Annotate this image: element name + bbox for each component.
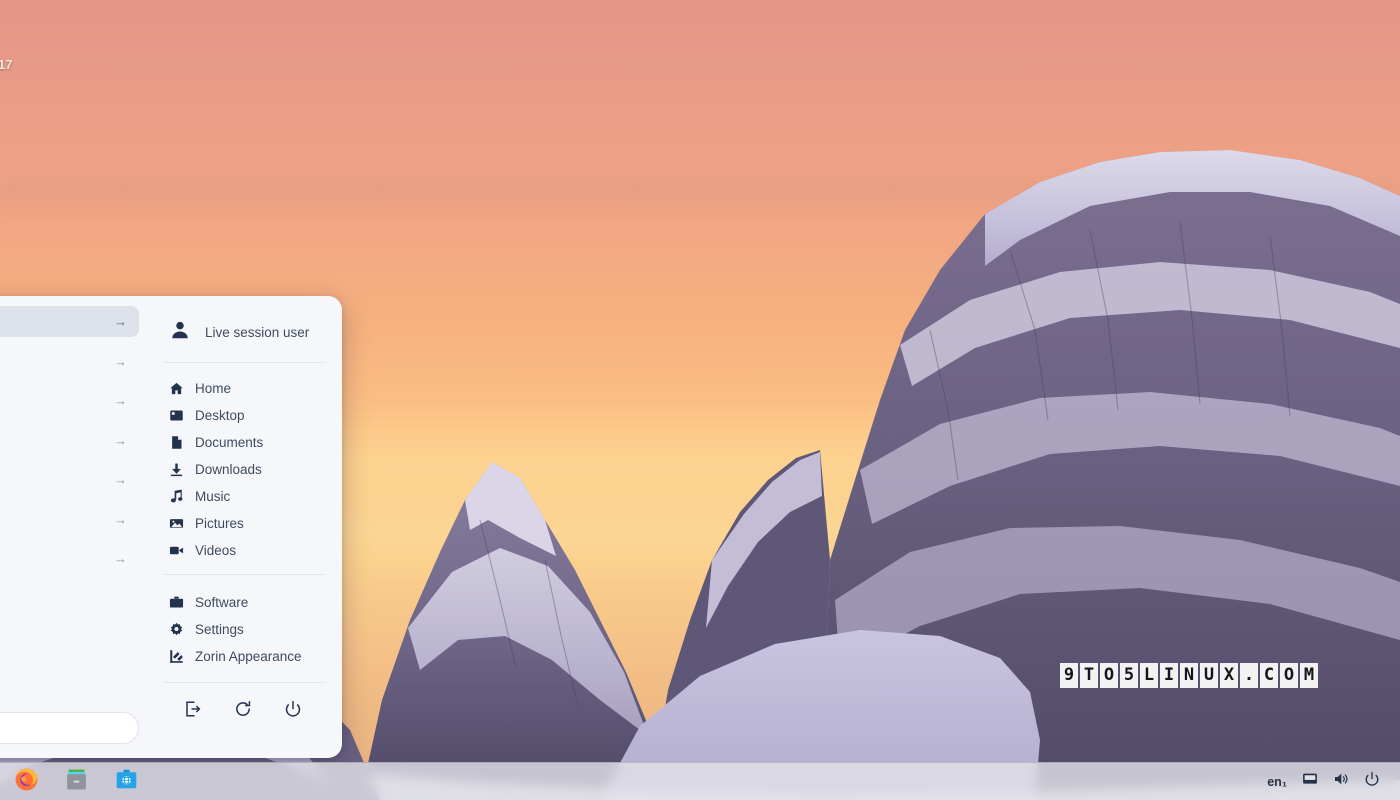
- shut-down-button[interactable]: [281, 699, 305, 723]
- person-icon: [169, 319, 191, 346]
- watermark-char: O: [1100, 663, 1118, 688]
- category-graphics[interactable]: ics →: [0, 346, 139, 377]
- user-name-label: Live session user: [205, 324, 310, 340]
- taskbar-panel[interactable]: en₁: [0, 762, 1400, 800]
- taskbar-launcher-files[interactable]: [56, 765, 96, 799]
- search-container: [0, 712, 139, 744]
- system-item-label: Software: [195, 595, 249, 610]
- desktop-clock-fragment: 17: [0, 57, 13, 72]
- session-actions: [163, 683, 326, 723]
- category-sound-and-video[interactable]: d & Video →: [0, 464, 139, 495]
- chevron-right-icon: →: [114, 511, 127, 527]
- user-account-row[interactable]: Live session user: [163, 310, 326, 354]
- place-label: Home: [195, 381, 232, 396]
- category-accessories[interactable]: ssories →: [0, 306, 139, 337]
- watermark-char: O: [1280, 663, 1298, 688]
- application-menu-panel[interactable]: ssories → ics → et → → d & Video → m Too…: [0, 296, 342, 758]
- firefox-icon: [14, 767, 39, 797]
- keyboard-layout-sub: ₁: [1281, 774, 1287, 789]
- watermark-char: C: [1260, 663, 1278, 688]
- desktop-icon: [169, 408, 184, 423]
- system-item-label: Zorin Appearance: [195, 649, 302, 664]
- system-item-zorin-appearance[interactable]: Zorin Appearance: [163, 643, 326, 670]
- watermark-char: U: [1200, 663, 1218, 688]
- system-item-software[interactable]: Software: [163, 589, 326, 616]
- place-label: Desktop: [195, 408, 245, 423]
- chevron-right-icon: →: [114, 353, 127, 369]
- watermark-char: 5: [1120, 663, 1138, 688]
- divider-2: [163, 574, 326, 575]
- watermark-char: L: [1140, 663, 1158, 688]
- taskbar-launchers: [6, 765, 146, 799]
- place-pictures[interactable]: Pictures: [163, 510, 326, 537]
- keyboard-layout-indicator[interactable]: en₁: [1267, 775, 1287, 789]
- tray-power-button[interactable]: [1363, 771, 1380, 792]
- category-office[interactable]: →: [0, 425, 139, 456]
- place-music[interactable]: Music: [163, 483, 326, 510]
- chevron-right-icon: →: [114, 551, 127, 566]
- place-desktop[interactable]: Desktop: [163, 402, 326, 429]
- watermark-char: X: [1220, 663, 1238, 688]
- watermark-char: T: [1080, 663, 1098, 688]
- power-icon: [284, 700, 302, 723]
- search-input[interactable]: [0, 712, 139, 744]
- places-list: Home Desktop Documents Downloads Music P…: [163, 375, 326, 564]
- watermark-char: 9: [1060, 663, 1078, 688]
- restart-icon: [234, 700, 252, 723]
- category-internet[interactable]: et →: [0, 385, 139, 416]
- taskbar-launcher-software[interactable]: [106, 765, 146, 799]
- watermark-char: M: [1300, 663, 1318, 688]
- keyboard-layout-label: en: [1267, 774, 1282, 789]
- document-icon: [169, 435, 184, 450]
- music-note-icon: [169, 489, 184, 504]
- file-manager-icon: [64, 767, 89, 797]
- category-system-tools[interactable]: m Tools →: [0, 504, 139, 535]
- place-downloads[interactable]: Downloads: [163, 456, 326, 483]
- place-videos[interactable]: Videos: [163, 537, 326, 564]
- place-label: Videos: [195, 543, 237, 558]
- chevron-right-icon: →: [114, 314, 127, 329]
- picture-icon: [169, 516, 184, 531]
- system-item-settings[interactable]: Settings: [163, 616, 326, 643]
- volume-icon: [1333, 771, 1349, 792]
- chevron-right-icon: →: [114, 393, 127, 408]
- system-items-list: Software Settings Zorin Appearance: [163, 589, 326, 670]
- log-out-button[interactable]: [181, 699, 205, 723]
- chevron-right-icon: →: [114, 432, 127, 448]
- gear-icon: [169, 622, 184, 637]
- display-icon: [1302, 771, 1318, 792]
- briefcase-icon: [169, 595, 184, 610]
- watermark-char: N: [1180, 663, 1198, 688]
- watermark-char: .: [1240, 663, 1258, 688]
- appearance-icon: [169, 649, 184, 664]
- tray-display-button[interactable]: [1301, 773, 1318, 790]
- menu-places-column: Live session user Home Desktop Documents…: [147, 296, 342, 758]
- taskbar-tray: en₁: [1267, 771, 1392, 792]
- tray-volume-button[interactable]: [1332, 773, 1349, 790]
- menu-categories-column: ssories → ics → et → → d & Video → m Too…: [0, 296, 147, 758]
- power-icon: [1364, 771, 1380, 792]
- watermark-9to5linux: 9TO5LINUX.COM: [1060, 663, 1318, 688]
- chevron-right-icon: →: [114, 472, 127, 487]
- software-store-icon: [114, 767, 139, 797]
- watermark-char: I: [1160, 663, 1178, 688]
- download-icon: [169, 462, 184, 477]
- place-label: Downloads: [195, 462, 262, 477]
- category-games[interactable]: s →: [0, 543, 139, 574]
- restart-button[interactable]: [231, 699, 255, 723]
- divider-1: [163, 362, 326, 363]
- place-documents[interactable]: Documents: [163, 429, 326, 456]
- home-icon: [169, 381, 184, 396]
- category-list: ssories → ics → et → → d & Video → m Too…: [0, 304, 139, 583]
- taskbar-launcher-firefox[interactable]: [6, 765, 46, 799]
- place-label: Documents: [195, 435, 264, 450]
- place-home[interactable]: Home: [163, 375, 326, 402]
- logout-icon: [184, 700, 202, 723]
- video-camera-icon: [169, 543, 184, 558]
- system-item-label: Settings: [195, 622, 244, 637]
- place-label: Pictures: [195, 516, 244, 531]
- place-label: Music: [195, 489, 231, 504]
